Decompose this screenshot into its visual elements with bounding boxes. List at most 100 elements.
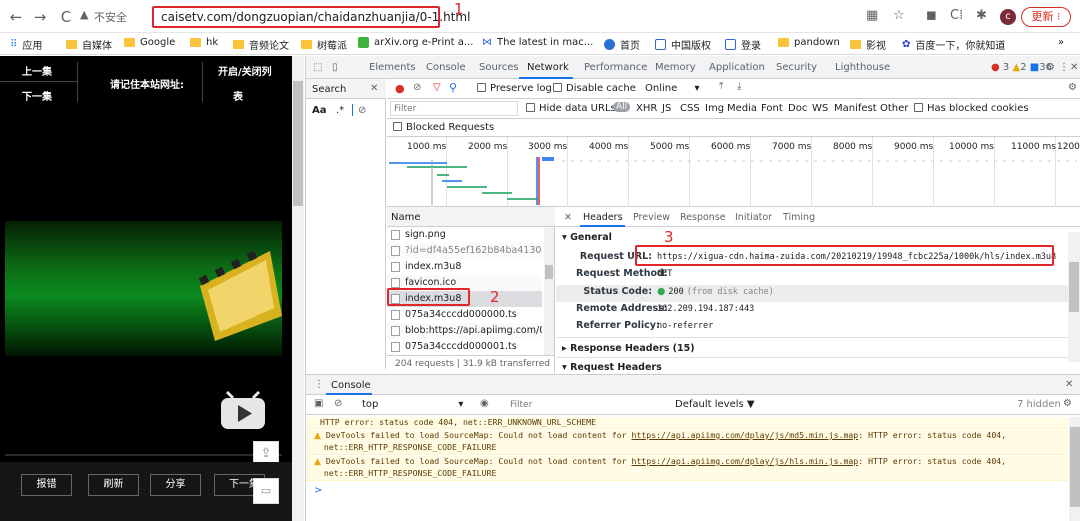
bookmark-item[interactable]: 中国版权 [655, 37, 711, 52]
tab-security[interactable]: Security [776, 62, 817, 73]
filter-type-ws[interactable]: WS [812, 103, 828, 114]
console-scrollbar[interactable] [1069, 417, 1080, 521]
star-icon[interactable]: ☆ [893, 8, 905, 23]
url-input[interactable]: caisetv.com/dongzuopian/chaidanzhuanjia/… [152, 6, 470, 28]
request-row[interactable]: index.m3u8 [387, 259, 542, 275]
regex-toggle[interactable]: .* [336, 105, 344, 116]
update-button[interactable]: 更新 ⁝ [1021, 7, 1071, 27]
console-drawer-tab[interactable]: Console [331, 380, 371, 391]
scrollbar-thumb[interactable] [293, 81, 303, 206]
network-settings-icon[interactable]: ⚙ [1068, 82, 1077, 93]
tab-lighthouse[interactable]: Lighthouse [835, 62, 890, 73]
request-headers-toggle[interactable]: ▾ Request Headers [562, 362, 662, 373]
device-toggle-icon[interactable]: ▯ [332, 62, 338, 73]
bookmark-item[interactable]: 影视 [850, 37, 886, 52]
hide-data-urls-checkbox[interactable]: Hide data URLs [526, 103, 616, 114]
bookmark-item[interactable]: ✿ 百度一下，你就知道 [902, 37, 1005, 52]
filter-type-js[interactable]: JS [662, 103, 671, 114]
settings-gear-icon[interactable]: ⚙ [1046, 62, 1055, 73]
filter-type-media[interactable]: Media [727, 103, 757, 114]
request-list-scrollbar[interactable] [544, 227, 554, 355]
import-har-icon[interactable]: ⤒ [719, 81, 723, 92]
throttle-select[interactable]: Online ▾ [645, 83, 699, 94]
bookmark-item[interactable]: Google [124, 37, 175, 48]
detail-tab-response[interactable]: Response [680, 212, 726, 223]
more-vert-icon[interactable]: ⋮ [1059, 62, 1069, 73]
request-row[interactable]: sign.png [387, 227, 542, 243]
filter-type-all[interactable]: All [613, 102, 631, 112]
filter-type-css[interactable]: CSS [680, 103, 700, 114]
reload-icon[interactable]: C [56, 7, 76, 27]
bookmark-item[interactable]: 树莓派 [301, 37, 347, 52]
close-detail-icon[interactable]: ✕ [564, 212, 572, 223]
disable-cache-checkbox[interactable]: Disable cache [553, 83, 636, 94]
play-logo-icon[interactable] [219, 391, 267, 431]
page-scrollbar[interactable] [292, 56, 304, 521]
ext-ci-icon[interactable]: C⁞ [950, 8, 963, 23]
detail-tab-preview[interactable]: Preview [633, 212, 670, 223]
bookmark-item[interactable]: 登录 [725, 37, 761, 52]
bookmark-item[interactable]: ⋈ The latest in mac... [482, 37, 593, 48]
bookmark-item[interactable]: 首页 [604, 37, 640, 52]
tab-application[interactable]: Application [709, 62, 765, 73]
response-headers-toggle[interactable]: ▸ Response Headers (15) [562, 343, 695, 354]
report-error-button[interactable]: 报错 [21, 474, 72, 496]
request-row[interactable]: 075a34cccdd000001.ts [387, 339, 542, 355]
filter-type-manifest[interactable]: Manifest [834, 103, 877, 114]
tab-network[interactable]: Network [527, 62, 569, 73]
tab-console[interactable]: Console [426, 62, 466, 73]
record-icon[interactable]: ● [395, 82, 405, 95]
qr-icon[interactable]: ▦ [866, 8, 878, 23]
close-drawer-icon[interactable]: ✕ [1065, 379, 1073, 390]
export-har-icon[interactable]: ⤓ [737, 81, 741, 92]
bookmarks-more-button[interactable]: » [1058, 37, 1064, 48]
filter-type-img[interactable]: Img [705, 103, 724, 114]
network-overview-timeline[interactable]: 1000 ms 2000 ms 3000 ms 4000 ms 5000 ms … [387, 137, 1080, 207]
has-blocked-cookies-checkbox[interactable]: Has blocked cookies [914, 103, 1029, 114]
drawer-menu-icon[interactable]: ⋮ [314, 379, 324, 390]
forward-icon[interactable]: → [30, 7, 50, 27]
search-icon[interactable]: ⚲ [449, 81, 457, 94]
filter-funnel-icon[interactable]: ▽ [433, 82, 441, 93]
name-column-header[interactable]: Name [387, 207, 555, 227]
avatar[interactable]: c [1000, 9, 1016, 25]
scrollbar-thumb[interactable] [1070, 427, 1080, 507]
detail-tab-headers[interactable]: Headers [583, 212, 623, 223]
tab-performance[interactable]: Performance [584, 62, 647, 73]
bookmark-item[interactable]: pandown [778, 37, 840, 48]
extension-icon[interactable]: ◼ [926, 8, 937, 23]
tab-memory[interactable]: Memory [655, 62, 696, 73]
bookmark-apps[interactable]: ⠿ 应用 [10, 37, 42, 52]
puzzle-icon[interactable]: ✱ [976, 8, 987, 23]
detail-tab-initiator[interactable]: Initiator [735, 212, 772, 223]
match-case-toggle[interactable]: Aa [312, 105, 327, 116]
tab-sources[interactable]: Sources [479, 62, 519, 73]
back-icon[interactable]: ← [6, 7, 26, 27]
filter-type-font[interactable]: Font [761, 103, 783, 114]
inspect-icon[interactable]: ⬚ [313, 62, 322, 73]
live-expression-eye-icon[interactable]: ◉ [480, 398, 489, 409]
console-filter-input[interactable] [506, 397, 666, 412]
bookmark-item[interactable]: 自媒体 [66, 37, 112, 52]
filter-type-xhr[interactable]: XHR [636, 103, 657, 114]
filter-type-other[interactable]: Other [880, 103, 908, 114]
sidebar-toggle-icon[interactable]: ▣ [314, 398, 323, 409]
comment-icon[interactable]: ▭ [253, 478, 279, 504]
refresh-button[interactable]: 刷新 [88, 474, 139, 496]
network-filter-input[interactable] [390, 101, 518, 116]
next-episode-link[interactable]: 下一集 [22, 88, 52, 103]
log-levels-select[interactable]: Default levels ▼ [675, 399, 755, 410]
context-select[interactable]: top ▾ [362, 399, 463, 410]
close-search-icon[interactable]: ✕ [370, 83, 378, 94]
tab-elements[interactable]: Elements [369, 62, 416, 73]
console-settings-icon[interactable]: ⚙ [1063, 398, 1072, 409]
prev-episode-link[interactable]: 上一集 [22, 63, 52, 78]
video-progress-track[interactable] [5, 454, 282, 456]
bookmark-item[interactable]: arXiv.org e-Print a... [358, 37, 473, 48]
clear-log-icon[interactable]: ⊘ [413, 82, 421, 93]
blocked-requests-checkbox[interactable]: Blocked Requests [393, 122, 494, 133]
error-count[interactable]: ● 3 ▲2 ■36 [991, 62, 1052, 73]
request-row[interactable]: ?id=df4a55ef162b84ba4130afa8 [387, 243, 542, 259]
clear-search-icon[interactable]: ⊘ [358, 105, 366, 116]
scrollbar-thumb[interactable] [545, 265, 553, 279]
